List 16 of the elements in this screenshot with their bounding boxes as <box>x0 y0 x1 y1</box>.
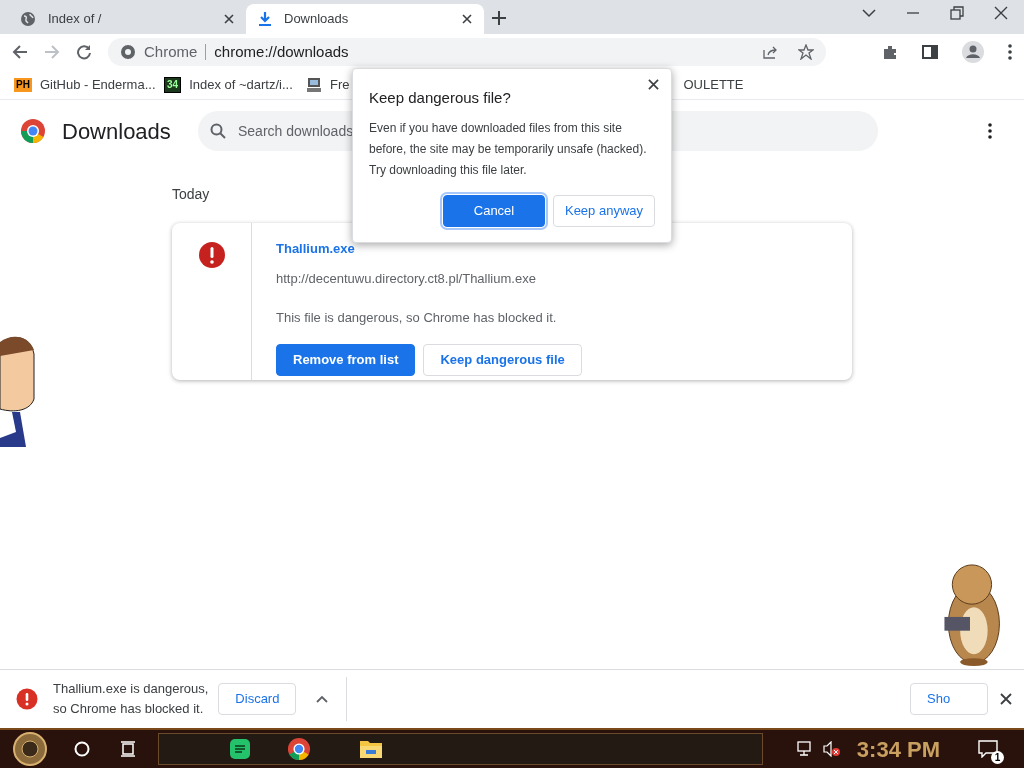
dialog-message: Even if you have downloaded files from this site before, the site may be temporarily unsafe (hacked). Try downloading this file later. <box>369 119 648 179</box>
status-text: This file is dangerous, so Chrome has blocked it. <box>276 309 558 327</box>
clock-text: 3:34 PM <box>856 735 940 764</box>
shelf-message: so Chrome has blocked it. <box>53 700 205 718</box>
file-url: http://decentuwu.directory.ct8.pl/Thallium.exe <box>276 269 537 288</box>
url-text: chrome://downloads <box>214 41 350 62</box>
section-heading: Today <box>172 185 211 204</box>
tab-title: Index of / <box>48 10 103 29</box>
site-icon: 34 <box>164 76 182 93</box>
tab-title: Downloads <box>284 10 350 29</box>
site-label: Chrome <box>144 41 198 62</box>
notification-count: 1 <box>991 751 1004 764</box>
shelf-message: Thallium.exe is dangerous, <box>53 680 209 698</box>
page-title: Downloads <box>62 117 172 146</box>
dialog-title: Keep dangerous file? <box>369 88 512 108</box>
site-icon: PH <box>14 77 32 92</box>
